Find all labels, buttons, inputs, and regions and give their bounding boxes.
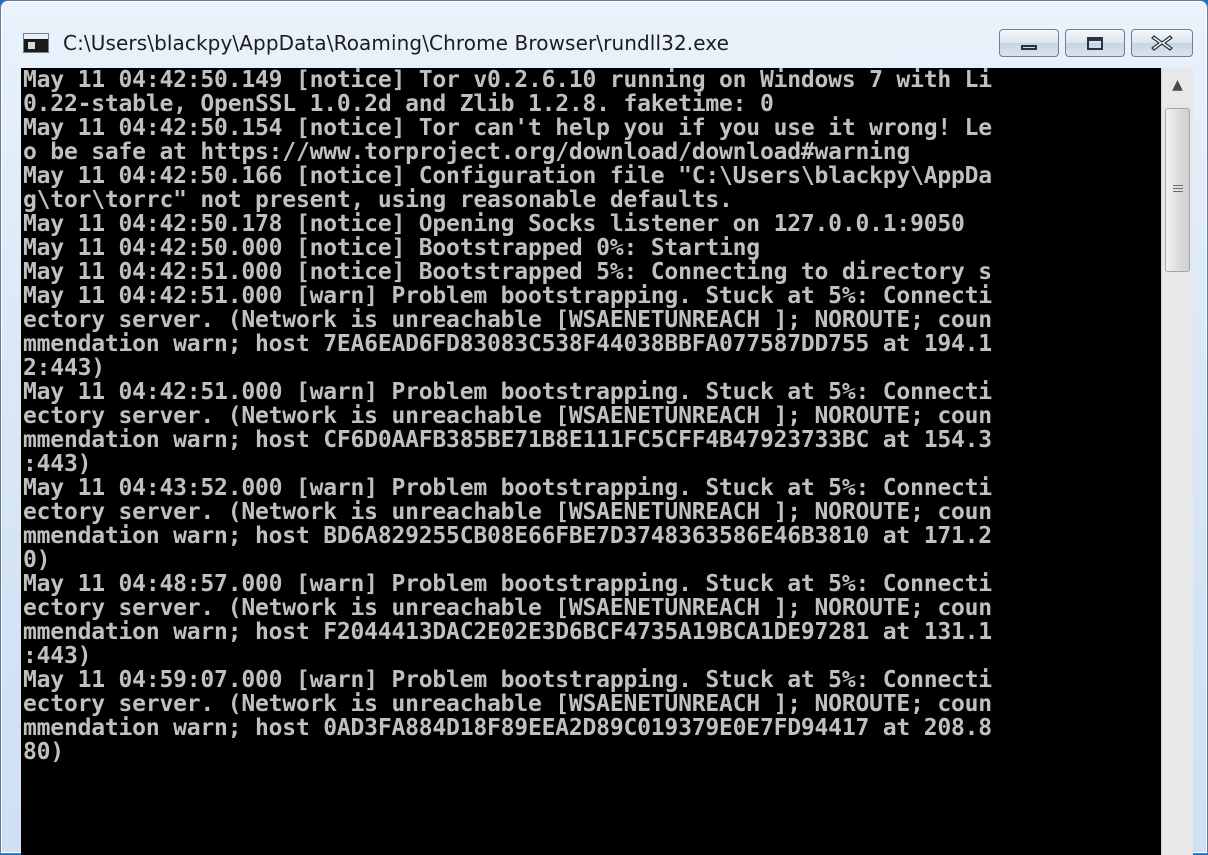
log-line: :443): [23, 644, 92, 668]
scrollbar-thumb[interactable]: [1165, 108, 1190, 272]
console-icon[interactable]: [23, 33, 49, 53]
log-line: o be safe at https://www.torproject.org/…: [23, 140, 911, 164]
log-line: May 11 04:42:50.154 [notice] Tor can't h…: [23, 116, 992, 140]
log-line: mmendation warn; host F2044413DAC2E02E3D…: [23, 620, 992, 644]
log-line: ectory server. (Network is unreachable […: [23, 692, 992, 716]
log-line: g\tor\torrc" not present, using reasonab…: [23, 188, 733, 212]
log-line: 2:443): [23, 356, 105, 380]
log-text: May 11 04:42:50.149 [notice] Tor v0.2.6.…: [21, 68, 1159, 764]
log-line: :443): [23, 452, 92, 476]
window-title: C:\Users\blackpy\AppData\Roaming\Chrome …: [63, 31, 729, 55]
log-line: May 11 04:48:57.000 [warn] Problem boots…: [23, 572, 992, 596]
log-line: ectory server. (Network is unreachable […: [23, 404, 992, 428]
grip-icon: [1173, 185, 1183, 194]
log-line: mmendation warn; host 0AD3FA884D18F89EEA…: [23, 716, 992, 740]
vertical-scrollbar[interactable]: ▲: [1161, 68, 1193, 855]
title-bar[interactable]: C:\Users\blackpy\AppData\Roaming\Chrome …: [1, 1, 1207, 67]
log-line: ectory server. (Network is unreachable […: [23, 308, 992, 332]
scroll-up-icon: ▲: [1172, 77, 1183, 93]
console-window: C:\Users\blackpy\AppData\Roaming\Chrome …: [0, 0, 1208, 855]
close-icon: [1151, 35, 1173, 51]
log-line: May 11 04:42:51.000 [notice] Bootstrappe…: [23, 260, 992, 284]
log-line: ectory server. (Network is unreachable […: [23, 596, 992, 620]
log-line: May 11 04:42:50.166 [notice] Configurati…: [23, 164, 992, 188]
log-line: May 11 04:43:52.000 [warn] Problem boots…: [23, 476, 992, 500]
close-button[interactable]: [1131, 29, 1193, 57]
log-line: mmendation warn; host CF6D0AAFB385BE71B8…: [23, 428, 992, 452]
maximize-icon: [1087, 36, 1103, 50]
log-line: May 11 04:42:51.000 [warn] Problem boots…: [23, 284, 992, 308]
log-line: May 11 04:42:50.178 [notice] Opening Soc…: [23, 212, 965, 236]
log-line: 80): [23, 740, 64, 764]
maximize-button[interactable]: [1065, 29, 1125, 57]
log-line: May 11 04:42:50.000 [notice] Bootstrappe…: [23, 236, 760, 260]
log-line: mmendation warn; host BD6A829255CB08E66F…: [23, 524, 992, 548]
minimize-button[interactable]: [999, 29, 1059, 57]
log-line: May 11 04:42:50.149 [notice] Tor v0.2.6.…: [23, 68, 992, 92]
log-line: May 11 04:59:07.000 [warn] Problem boots…: [23, 668, 992, 692]
log-line: 0.22-stable, OpenSSL 1.0.2d and Zlib 1.2…: [23, 92, 774, 116]
console-output[interactable]: May 11 04:42:50.149 [notice] Tor v0.2.6.…: [21, 68, 1161, 855]
minimize-icon: [1021, 44, 1037, 50]
log-line: May 11 04:42:51.000 [warn] Problem boots…: [23, 380, 992, 404]
log-line: 0): [23, 548, 51, 572]
log-line: ectory server. (Network is unreachable […: [23, 500, 992, 524]
log-line: mmendation warn; host 7EA6EAD6FD83083C53…: [23, 332, 992, 356]
scroll-up-button[interactable]: ▲: [1162, 68, 1193, 102]
